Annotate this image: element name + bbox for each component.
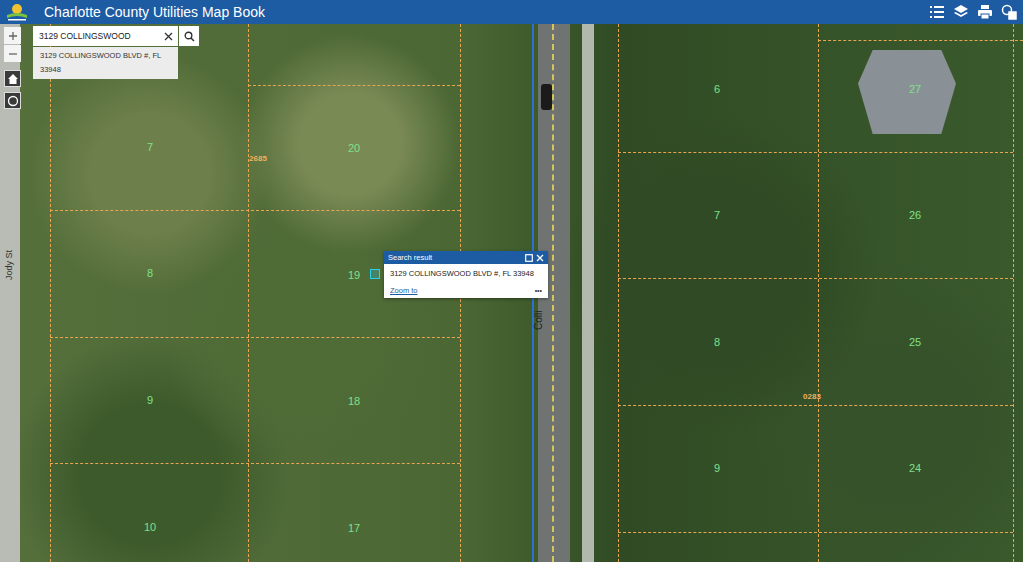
popup-title: Search result: [388, 253, 522, 262]
lot-number: 19: [342, 267, 366, 283]
list-icon[interactable]: [929, 4, 945, 20]
parcel-line: [618, 24, 619, 562]
lot-number: 18: [342, 393, 366, 409]
search-marker[interactable]: [370, 269, 380, 279]
popup-footer: Zoom to •••: [390, 286, 542, 295]
popup-body: 3129 COLLINGSWOOD BLVD #, FL 33948 Zoom t…: [384, 264, 548, 298]
search-row: 3129 COLLINGSWOOD: [33, 26, 199, 46]
lot-number: 7: [705, 207, 729, 223]
lot-number: 26: [903, 207, 927, 223]
clear-icon[interactable]: [164, 32, 173, 41]
zoom-out-button[interactable]: [4, 45, 21, 62]
suggestion-item[interactable]: 3129 COLLINGSWOOD BLVD #, FL 33948: [33, 47, 178, 79]
parcel-line: [818, 24, 819, 562]
road-centerline: [552, 24, 554, 562]
app-title: Charlotte County Utilities Map Book: [44, 4, 265, 20]
lot-number: 24: [903, 460, 927, 476]
suggestion-list: 3129 COLLINGSWOOD BLVD #, FL 33948: [33, 47, 178, 79]
lot-number: 6: [705, 81, 729, 97]
map-view[interactable]: 7 20 8 19 9 18 10 17 6 27 7 26 8 25 9 24 2685 0283 Jody St…: [0, 24, 1023, 562]
close-icon[interactable]: [536, 254, 544, 262]
home-icon: [7, 73, 19, 85]
parcel-line: [618, 532, 1013, 533]
lot-number: 17: [342, 520, 366, 536]
plus-icon: [8, 31, 18, 41]
lot-number: 7: [138, 139, 162, 155]
zoom-in-button[interactable]: [4, 27, 21, 44]
car: [541, 84, 552, 110]
toolbar: [929, 4, 1017, 20]
sidewalk: [582, 24, 594, 562]
locate-icon: [7, 95, 19, 107]
magnifier-icon: [184, 31, 195, 42]
parcel-line: [1013, 24, 1014, 562]
basemap-gallery-icon[interactable]: [1001, 4, 1017, 20]
street-label: Colli: [533, 311, 544, 330]
street-label: Jody St: [4, 250, 14, 280]
lot-number: 8: [705, 334, 729, 350]
parcel-line: [50, 337, 460, 338]
house-roof: [858, 50, 956, 134]
layers-icon[interactable]: [953, 4, 969, 20]
block-number: 2685: [246, 153, 270, 165]
parcel-line: [818, 40, 1023, 41]
lot-number: 8: [138, 265, 162, 281]
lot-number: 25: [903, 334, 927, 350]
search-result-popup: Search result 3129 COLLINGSWOOD BLVD #, F…: [384, 251, 548, 298]
header-bar: Charlotte County Utilities Map Book: [0, 0, 1023, 24]
lot-number: 10: [138, 519, 162, 535]
lot-number: 9: [138, 392, 162, 408]
parcel-line: [618, 278, 1013, 279]
parcel-line: [618, 152, 1013, 153]
parcel-line: [50, 210, 460, 211]
lot-number: 20: [342, 140, 366, 156]
parcel-line: [618, 405, 1013, 406]
popup-address: 3129 COLLINGSWOOD BLVD #, FL 33948: [390, 268, 542, 279]
search-button[interactable]: [179, 26, 199, 46]
lot-number: 27: [903, 81, 927, 97]
county-logo-icon: [4, 2, 30, 22]
zoom-to-link[interactable]: Zoom to: [390, 286, 418, 295]
search-value: 3129 COLLINGSWOOD: [39, 31, 160, 41]
popup-header: Search result: [384, 251, 548, 264]
block-number: 0283: [800, 391, 824, 403]
locate-button[interactable]: [4, 92, 21, 109]
zoom-controls: [4, 27, 21, 109]
home-button[interactable]: [4, 70, 21, 87]
maximize-icon[interactable]: [525, 254, 533, 262]
more-actions-button[interactable]: •••: [535, 287, 542, 294]
minus-icon: [8, 49, 18, 59]
parcel-line: [50, 24, 51, 562]
search-input[interactable]: 3129 COLLINGSWOOD: [33, 26, 178, 46]
parcel-line: [248, 24, 249, 562]
parcel-line: [248, 85, 460, 86]
map-app: Charlotte County Utilities Map Book 7 20 8 1…: [0, 0, 1023, 562]
print-icon[interactable]: [977, 4, 993, 20]
search-widget: 3129 COLLINGSWOOD 3129 COLLINGSWOOD BLVD …: [33, 26, 199, 79]
parcel-line: [50, 463, 460, 464]
lot-number: 9: [705, 460, 729, 476]
